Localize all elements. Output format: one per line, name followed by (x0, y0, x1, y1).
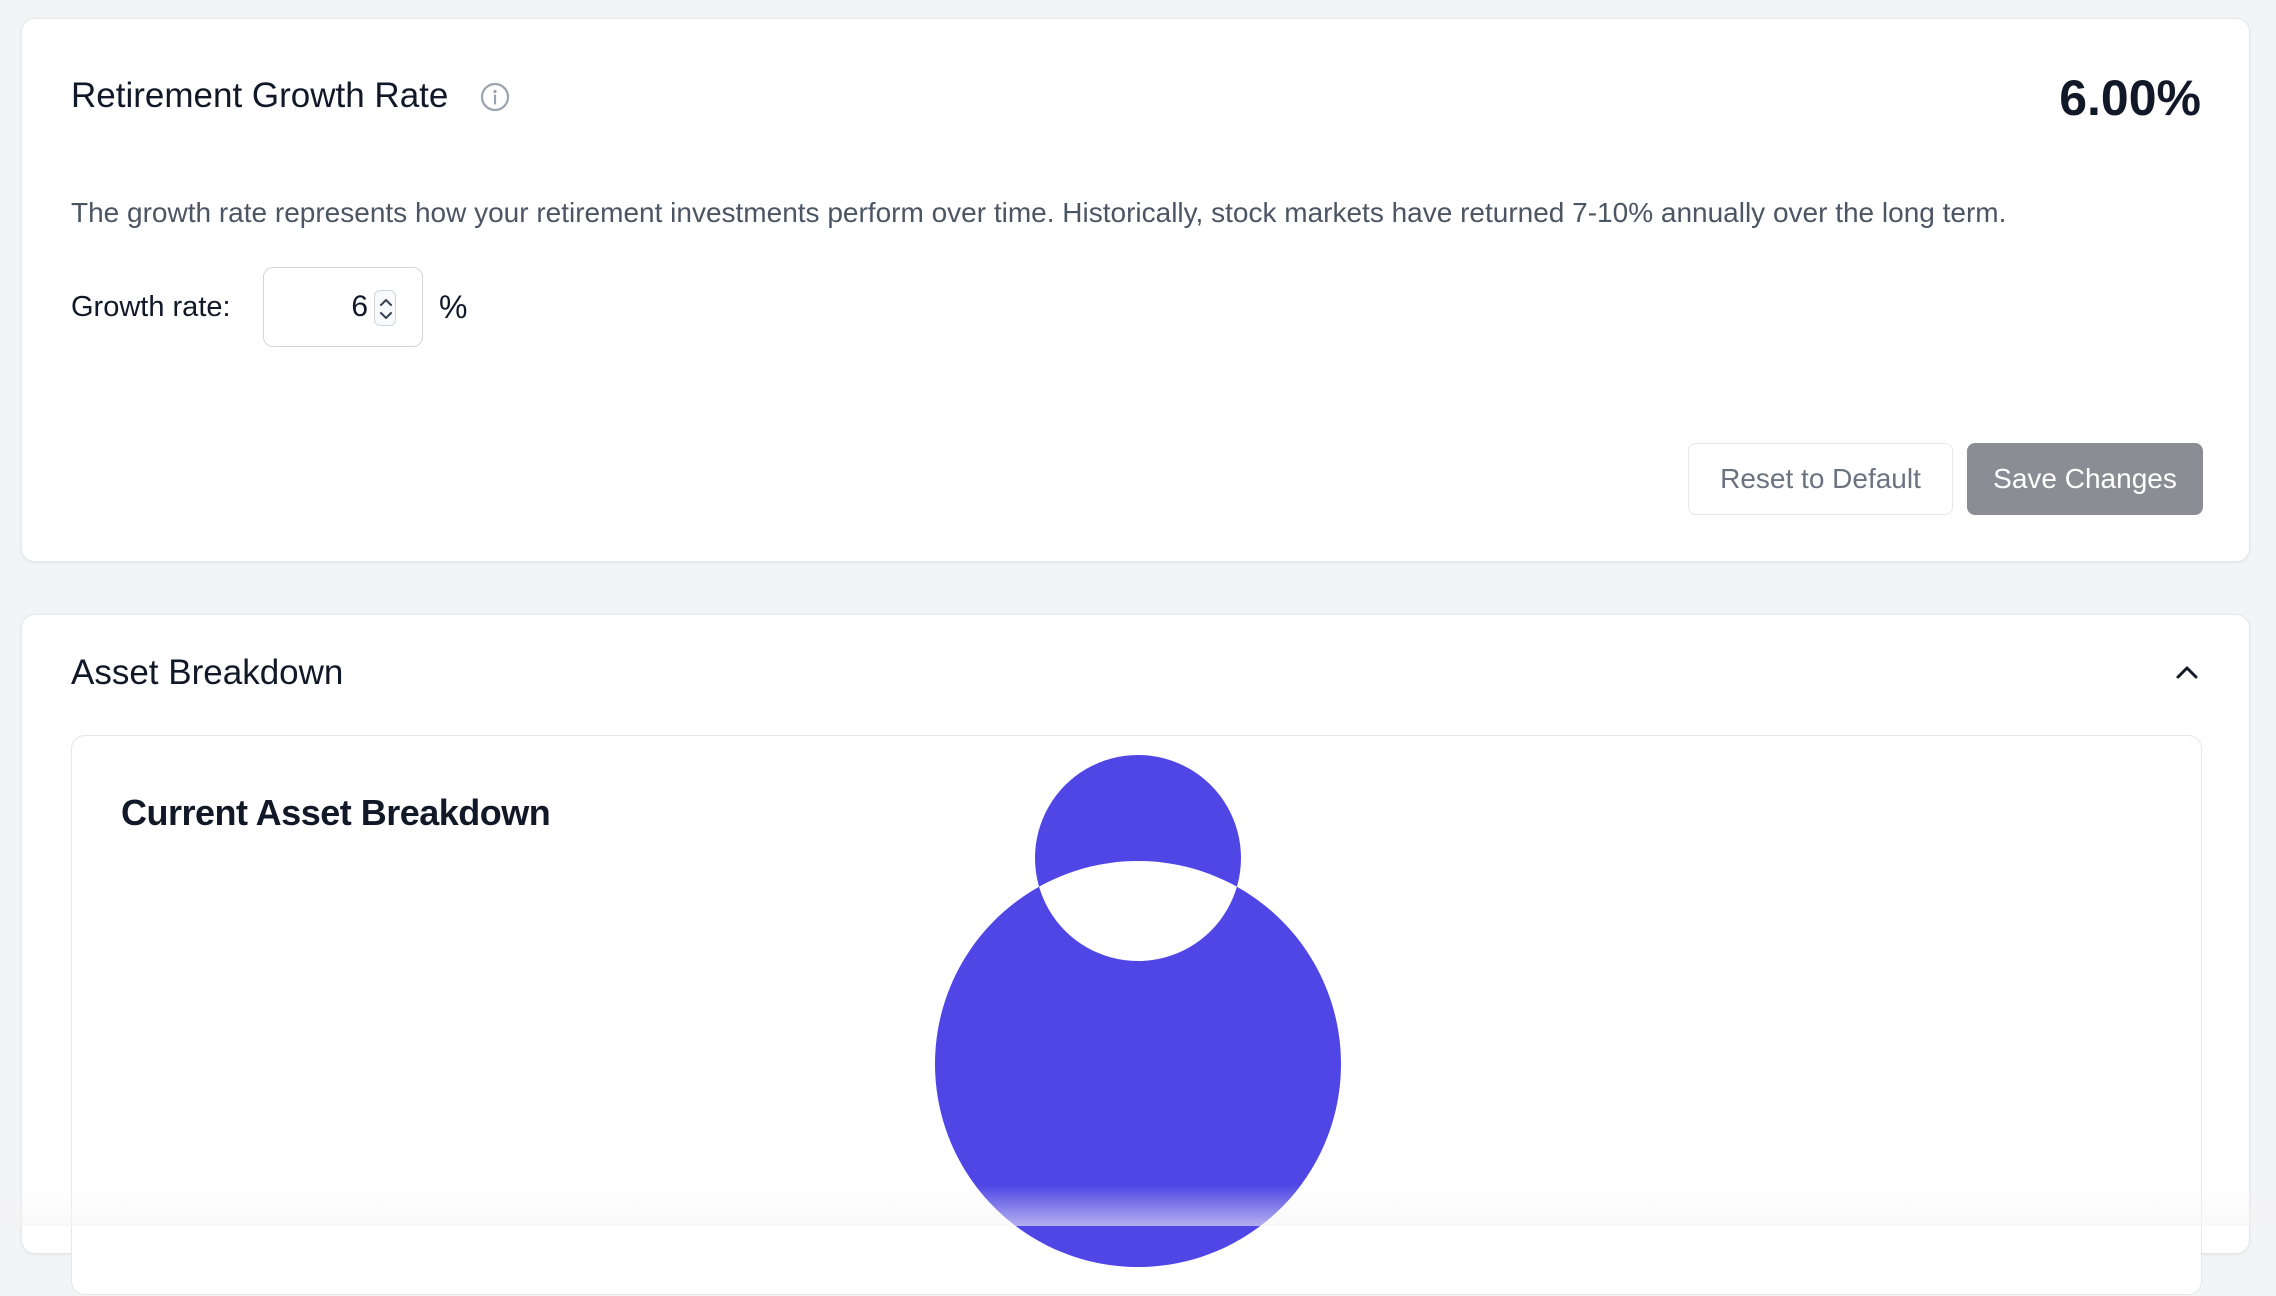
growth-rate-card: Retirement Growth Rate 6.00% The growth … (21, 18, 2250, 562)
chevron-up-icon[interactable] (2169, 655, 2205, 691)
growth-rate-label: Growth rate: (71, 291, 231, 323)
growth-rate-input-value[interactable]: 6 (351, 290, 368, 324)
donut-slice[interactable] (934, 755, 1341, 1267)
growth-rate-description: The growth rate represents how your reti… (71, 197, 2007, 228)
asset-chart-panel: Current Asset Breakdown (71, 735, 2202, 1295)
asset-donut-chart (934, 755, 1341, 1267)
info-icon[interactable] (479, 81, 511, 113)
up-down-stepper-icon[interactable] (374, 290, 396, 326)
growth-rate-unit: % (439, 289, 468, 325)
growth-rate-title: Retirement Growth Rate (71, 76, 449, 115)
asset-breakdown-title: Asset Breakdown (71, 653, 344, 692)
save-changes-button[interactable]: Save Changes (1967, 443, 2203, 515)
reset-to-default-button[interactable]: Reset to Default (1688, 443, 1953, 515)
growth-rate-value: 6.00% (2059, 70, 2201, 126)
asset-breakdown-card: Asset Breakdown Current Asset Breakdown (21, 614, 2250, 1295)
growth-rate-input[interactable]: 6 (263, 267, 423, 347)
